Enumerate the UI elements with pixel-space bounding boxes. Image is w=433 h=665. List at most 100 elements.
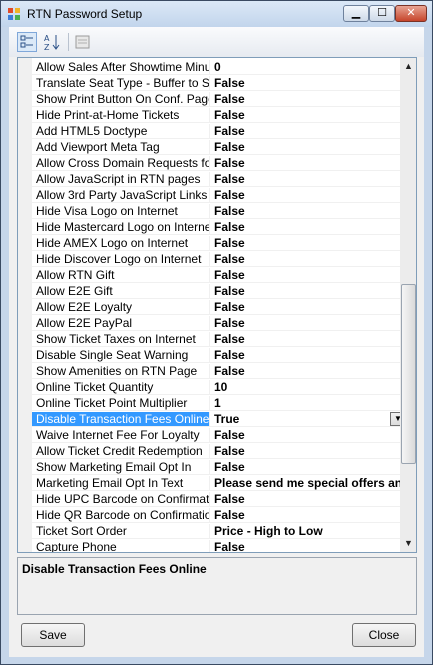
property-name[interactable]: Show Ticket Taxes on Internet <box>32 332 210 347</box>
property-name[interactable]: Translate Seat Type - Buffer to Sc <box>32 76 210 91</box>
property-name[interactable]: Allow Ticket Credit Redemption <box>32 444 210 459</box>
property-name[interactable]: Add Viewport Meta Tag <box>32 140 210 155</box>
property-row[interactable]: Show Amenities on RTN Page False <box>32 364 402 380</box>
property-value[interactable]: False <box>210 92 402 107</box>
scroll-down-arrow-icon[interactable]: ▼ <box>400 535 416 552</box>
property-name[interactable]: Allow RTN Gift <box>32 268 210 283</box>
property-row[interactable]: Waive Internet Fee For Loyalty False <box>32 428 402 444</box>
close-button[interactable]: Close <box>352 623 416 647</box>
property-name[interactable]: Add HTML5 Doctype <box>32 124 210 139</box>
property-name[interactable]: Hide QR Barcode on Confirmation <box>32 508 210 523</box>
property-row[interactable]: Hide UPC Barcode on Confirmatio False <box>32 492 402 508</box>
property-row[interactable]: Allow E2E PayPal False <box>32 316 402 332</box>
property-row[interactable]: Hide QR Barcode on Confirmation False <box>32 508 402 524</box>
property-row[interactable]: Allow Cross Domain Requests for False <box>32 156 402 172</box>
property-row[interactable]: Hide Discover Logo on Internet False <box>32 252 402 268</box>
property-row[interactable]: Allow Sales After Showtime Minut 0 <box>32 60 402 76</box>
property-value[interactable]: False <box>210 460 402 475</box>
property-row[interactable]: Hide Visa Logo on Internet False <box>32 204 402 220</box>
property-name[interactable]: Online Ticket Point Multiplier <box>32 396 210 411</box>
property-value[interactable]: False <box>210 124 402 139</box>
maximize-button[interactable]: ☐ <box>369 5 395 22</box>
property-name[interactable]: Allow 3rd Party JavaScript Links i <box>32 188 210 203</box>
minimize-button[interactable]: ▁ <box>343 5 369 22</box>
property-grid[interactable]: Allow Sales After Showtime Minut 0 Transla… <box>17 57 417 553</box>
property-name[interactable]: Show Print Button On Conf. Page <box>32 92 210 107</box>
property-name[interactable]: Capture Phone <box>32 540 210 552</box>
property-name[interactable]: Allow Cross Domain Requests for <box>32 156 210 171</box>
property-name[interactable]: Allow E2E Gift <box>32 284 210 299</box>
property-row-selected[interactable]: Disable Transaction Fees Online True ▼ <box>32 412 406 428</box>
property-row[interactable]: Hide Print-at-Home Tickets False <box>32 108 402 124</box>
property-pages-button[interactable] <box>73 32 93 52</box>
property-row[interactable]: Allow RTN Gift False <box>32 268 402 284</box>
property-name[interactable]: Online Ticket Quantity <box>32 380 210 395</box>
property-row[interactable]: Allow 3rd Party JavaScript Links i False <box>32 188 402 204</box>
property-row[interactable]: Add HTML5 Doctype False <box>32 124 402 140</box>
property-value[interactable]: False <box>210 348 402 363</box>
title-bar[interactable]: RTN Password Setup ▁ ☐ ✕ <box>1 1 432 27</box>
save-button[interactable]: Save <box>21 623 85 647</box>
property-value[interactable]: False <box>210 188 402 203</box>
property-value[interactable]: False <box>210 332 402 347</box>
property-name[interactable]: Hide Visa Logo on Internet <box>32 204 210 219</box>
property-name[interactable]: Hide Discover Logo on Internet <box>32 252 210 267</box>
property-name[interactable]: Marketing Email Opt In Text <box>32 476 210 491</box>
property-value[interactable]: False <box>210 508 402 523</box>
property-row[interactable]: Online Ticket Point Multiplier 1 <box>32 396 402 412</box>
property-row[interactable]: Allow Ticket Credit Redemption False <box>32 444 402 460</box>
property-value[interactable]: False <box>210 540 402 552</box>
property-row[interactable]: Hide Mastercard Logo on Internet False <box>32 220 402 236</box>
property-value[interactable]: False <box>210 140 402 155</box>
property-name[interactable]: Hide UPC Barcode on Confirmatio <box>32 492 210 507</box>
property-name[interactable]: Show Marketing Email Opt In <box>32 460 210 475</box>
property-row[interactable]: Show Print Button On Conf. Page False <box>32 92 402 108</box>
scroll-up-arrow-icon[interactable]: ▲ <box>400 58 416 75</box>
property-value[interactable]: False <box>210 172 402 187</box>
property-row[interactable]: Capture Phone False <box>32 540 402 552</box>
property-name[interactable]: Disable Single Seat Warning <box>32 348 210 363</box>
property-row[interactable]: Hide AMEX Logo on Internet False <box>32 236 402 252</box>
property-name[interactable]: Hide Mastercard Logo on Internet <box>32 220 210 235</box>
property-value[interactable]: Price - High to Low <box>210 524 402 539</box>
property-value[interactable]: False <box>210 428 402 443</box>
property-value[interactable]: False <box>210 204 402 219</box>
alphabetical-view-button[interactable]: A Z <box>42 32 62 52</box>
property-value[interactable]: False <box>210 220 402 235</box>
property-row[interactable]: Allow E2E Loyalty False <box>32 300 402 316</box>
property-value[interactable]: False <box>210 492 402 507</box>
property-value[interactable]: False <box>210 156 402 171</box>
property-name[interactable]: Hide AMEX Logo on Internet <box>32 236 210 251</box>
property-value[interactable]: 0 <box>210 60 402 75</box>
property-row[interactable]: Show Ticket Taxes on Internet False <box>32 332 402 348</box>
property-value[interactable]: False <box>210 316 402 331</box>
property-row[interactable]: Translate Seat Type - Buffer to Sc False <box>32 76 402 92</box>
property-value[interactable]: False <box>210 268 402 283</box>
property-value[interactable]: False <box>210 364 402 379</box>
categorized-view-button[interactable] <box>17 32 37 52</box>
property-value[interactable]: True <box>210 412 402 427</box>
property-value[interactable]: False <box>210 284 402 299</box>
property-row[interactable]: Allow E2E Gift False <box>32 284 402 300</box>
property-value[interactable]: 1 <box>210 396 402 411</box>
scroll-thumb[interactable] <box>401 284 416 464</box>
property-row[interactable]: Allow JavaScript in RTN pages False <box>32 172 402 188</box>
property-name[interactable]: Allow E2E Loyalty <box>32 300 210 315</box>
property-value[interactable]: Please send me special offers an <box>210 476 402 491</box>
property-row[interactable]: Ticket Sort Order Price - High to Low <box>32 524 402 540</box>
property-name[interactable]: Ticket Sort Order <box>32 524 210 539</box>
property-value[interactable]: False <box>210 236 402 251</box>
property-value[interactable]: False <box>210 300 402 315</box>
property-row[interactable]: Show Marketing Email Opt In False <box>32 460 402 476</box>
vertical-scrollbar[interactable]: ▲ ▼ <box>400 58 416 552</box>
property-value[interactable]: False <box>210 76 402 91</box>
property-name[interactable]: Allow JavaScript in RTN pages <box>32 172 210 187</box>
property-name[interactable]: Hide Print-at-Home Tickets <box>32 108 210 123</box>
property-value[interactable]: False <box>210 444 402 459</box>
property-value[interactable]: False <box>210 252 402 267</box>
property-name[interactable]: Allow Sales After Showtime Minut <box>32 60 210 75</box>
property-name[interactable]: Show Amenities on RTN Page <box>32 364 210 379</box>
property-name[interactable]: Allow E2E PayPal <box>32 316 210 331</box>
property-value[interactable]: 10 <box>210 380 402 395</box>
property-row[interactable]: Online Ticket Quantity 10 <box>32 380 402 396</box>
